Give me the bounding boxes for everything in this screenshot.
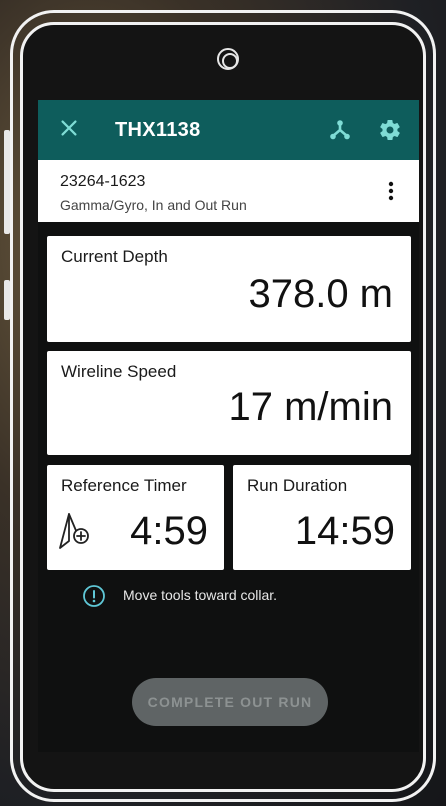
complete-out-run-button[interactable]: COMPLETE OUT RUN: [132, 678, 328, 726]
info-icon: [83, 585, 105, 607]
reference-timer-label: Reference Timer: [61, 476, 187, 495]
app-bar: THX1138: [38, 100, 419, 160]
timer-add-icon[interactable]: [57, 511, 93, 551]
wireline-speed-label: Wireline Speed: [61, 362, 177, 381]
gear-icon[interactable]: [378, 118, 402, 142]
reference-timer-card[interactable]: Reference Timer 4:59: [47, 465, 224, 570]
job-code: 23264-1623: [60, 173, 146, 190]
current-depth-label: Current Depth: [61, 247, 168, 266]
run-duration-label: Run Duration: [247, 476, 348, 495]
job-description: Gamma/Gyro, In and Out Run: [60, 197, 247, 213]
app-screen: THX1138 23264-1623 Gamma/Gyro, In and Ou…: [38, 100, 419, 752]
wireline-speed-value: 17 m/min: [228, 385, 394, 429]
more-vert-icon[interactable]: [381, 179, 401, 203]
page-title: THX1138: [115, 119, 201, 141]
current-depth-card: Current Depth 378.0 m: [47, 236, 411, 342]
job-header: 23264-1623 Gamma/Gyro, In and Out Run: [38, 160, 419, 222]
status-message: Move tools toward collar.: [123, 587, 278, 603]
current-depth-value: 378.0 m: [248, 272, 393, 316]
wireline-speed-card: Wireline Speed 17 m/min: [47, 351, 411, 455]
run-duration-value: 14:59: [294, 509, 395, 553]
camera-icon: [217, 48, 239, 70]
phone-side-button: [4, 130, 10, 234]
reference-timer-value: 4:59: [130, 509, 208, 553]
hub-icon[interactable]: [328, 118, 352, 142]
run-duration-card: Run Duration 14:59: [233, 465, 411, 570]
phone-side-button: [4, 280, 10, 320]
close-icon[interactable]: [58, 117, 80, 139]
